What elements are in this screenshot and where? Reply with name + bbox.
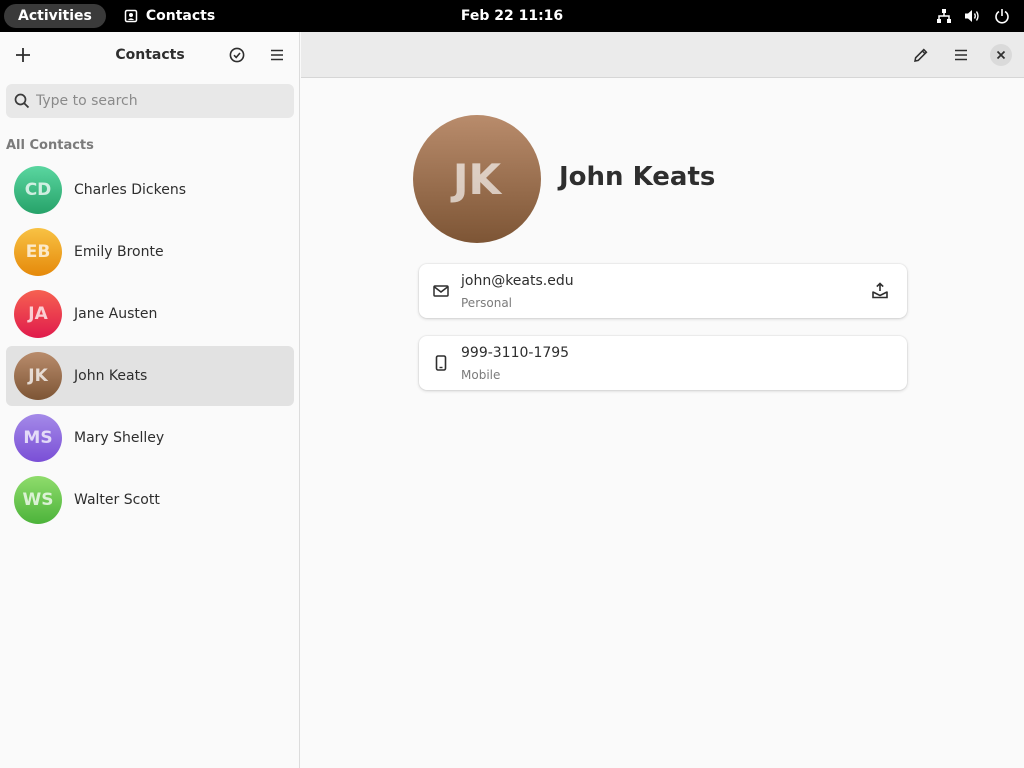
contact-menu-button[interactable] xyxy=(945,39,977,71)
contact-avatar: MS xyxy=(14,414,62,462)
contact-name: Walter Scott xyxy=(74,492,160,508)
send-email-button[interactable] xyxy=(865,276,895,306)
close-icon xyxy=(996,50,1006,60)
select-icon xyxy=(229,47,245,63)
contact-row[interactable]: CD Charles Dickens xyxy=(6,160,294,220)
contact-row[interactable]: WS Walter Scott xyxy=(6,470,294,530)
send-mail-icon xyxy=(872,282,888,299)
close-window-button[interactable] xyxy=(990,44,1012,66)
contact-row[interactable]: JA Jane Austen xyxy=(6,284,294,344)
gnome-top-bar: Activities Contacts Feb 22 11:16 xyxy=(0,0,1024,32)
contact-row[interactable]: JK John Keats xyxy=(6,346,294,406)
power-icon xyxy=(995,9,1009,24)
menu-icon xyxy=(271,49,283,61)
contact-avatar: EB xyxy=(14,228,62,276)
phone-value: 999-3110-1795 xyxy=(461,345,570,361)
contact-name: Jane Austen xyxy=(74,306,158,322)
sidebar-header: Contacts xyxy=(0,32,299,78)
add-contact-button[interactable] xyxy=(7,39,39,71)
phone-icon xyxy=(435,355,447,371)
contact-detail-pane: JK John Keats john@keats.edu Personal 99… xyxy=(301,32,1024,768)
contact-name-title: John Keats xyxy=(559,162,716,192)
selection-mode-button[interactable] xyxy=(221,39,253,71)
contact-avatar-large: JK xyxy=(413,115,541,243)
edit-icon xyxy=(914,48,928,62)
add-icon xyxy=(16,48,30,62)
app-name: Contacts xyxy=(145,8,216,24)
email-row[interactable]: john@keats.edu Personal xyxy=(419,264,907,318)
contact-avatar: JK xyxy=(14,352,62,400)
edit-contact-button[interactable] xyxy=(905,39,937,71)
search-input[interactable] xyxy=(36,93,276,109)
app-menu-button[interactable]: Contacts xyxy=(118,4,221,28)
search-box[interactable] xyxy=(6,84,294,118)
contact-name: Emily Bronte xyxy=(74,244,164,260)
contact-avatar: WS xyxy=(14,476,62,524)
clock-button[interactable]: Feb 22 11:16 xyxy=(461,8,563,24)
system-status-menu[interactable] xyxy=(936,4,1010,28)
menu-icon xyxy=(955,49,967,61)
sidebar-title: Contacts xyxy=(115,47,185,63)
contact-name: John Keats xyxy=(74,368,148,384)
contact-list: CD Charles Dickens EB Emily Bronte JA Jane Au… xyxy=(6,160,294,532)
contacts-sidebar: Contacts All Contacts CD Charles Dickens E… xyxy=(0,32,300,768)
main-menu-button[interactable] xyxy=(261,39,293,71)
email-value: john@keats.edu xyxy=(461,273,574,289)
email-type: Personal xyxy=(461,296,513,310)
contact-name: Charles Dickens xyxy=(74,182,186,198)
activities-button[interactable]: Activities xyxy=(4,4,106,28)
phone-row[interactable]: 999-3110-1795 Mobile xyxy=(419,336,907,390)
mail-icon xyxy=(433,285,449,297)
contact-name: Mary Shelley xyxy=(74,430,165,446)
contact-row[interactable]: MS Mary Shelley xyxy=(6,408,294,468)
contact-row[interactable]: EB Emily Bronte xyxy=(6,222,294,282)
section-label: All Contacts xyxy=(6,138,94,153)
contact-avatar: JA xyxy=(14,290,62,338)
phone-type: Mobile xyxy=(461,368,501,382)
network-icon xyxy=(937,9,951,23)
contacts-app-icon xyxy=(124,9,138,23)
contact-avatar: CD xyxy=(14,166,62,214)
volume-icon xyxy=(965,10,979,22)
search-icon xyxy=(14,93,30,109)
detail-header xyxy=(301,32,1024,78)
